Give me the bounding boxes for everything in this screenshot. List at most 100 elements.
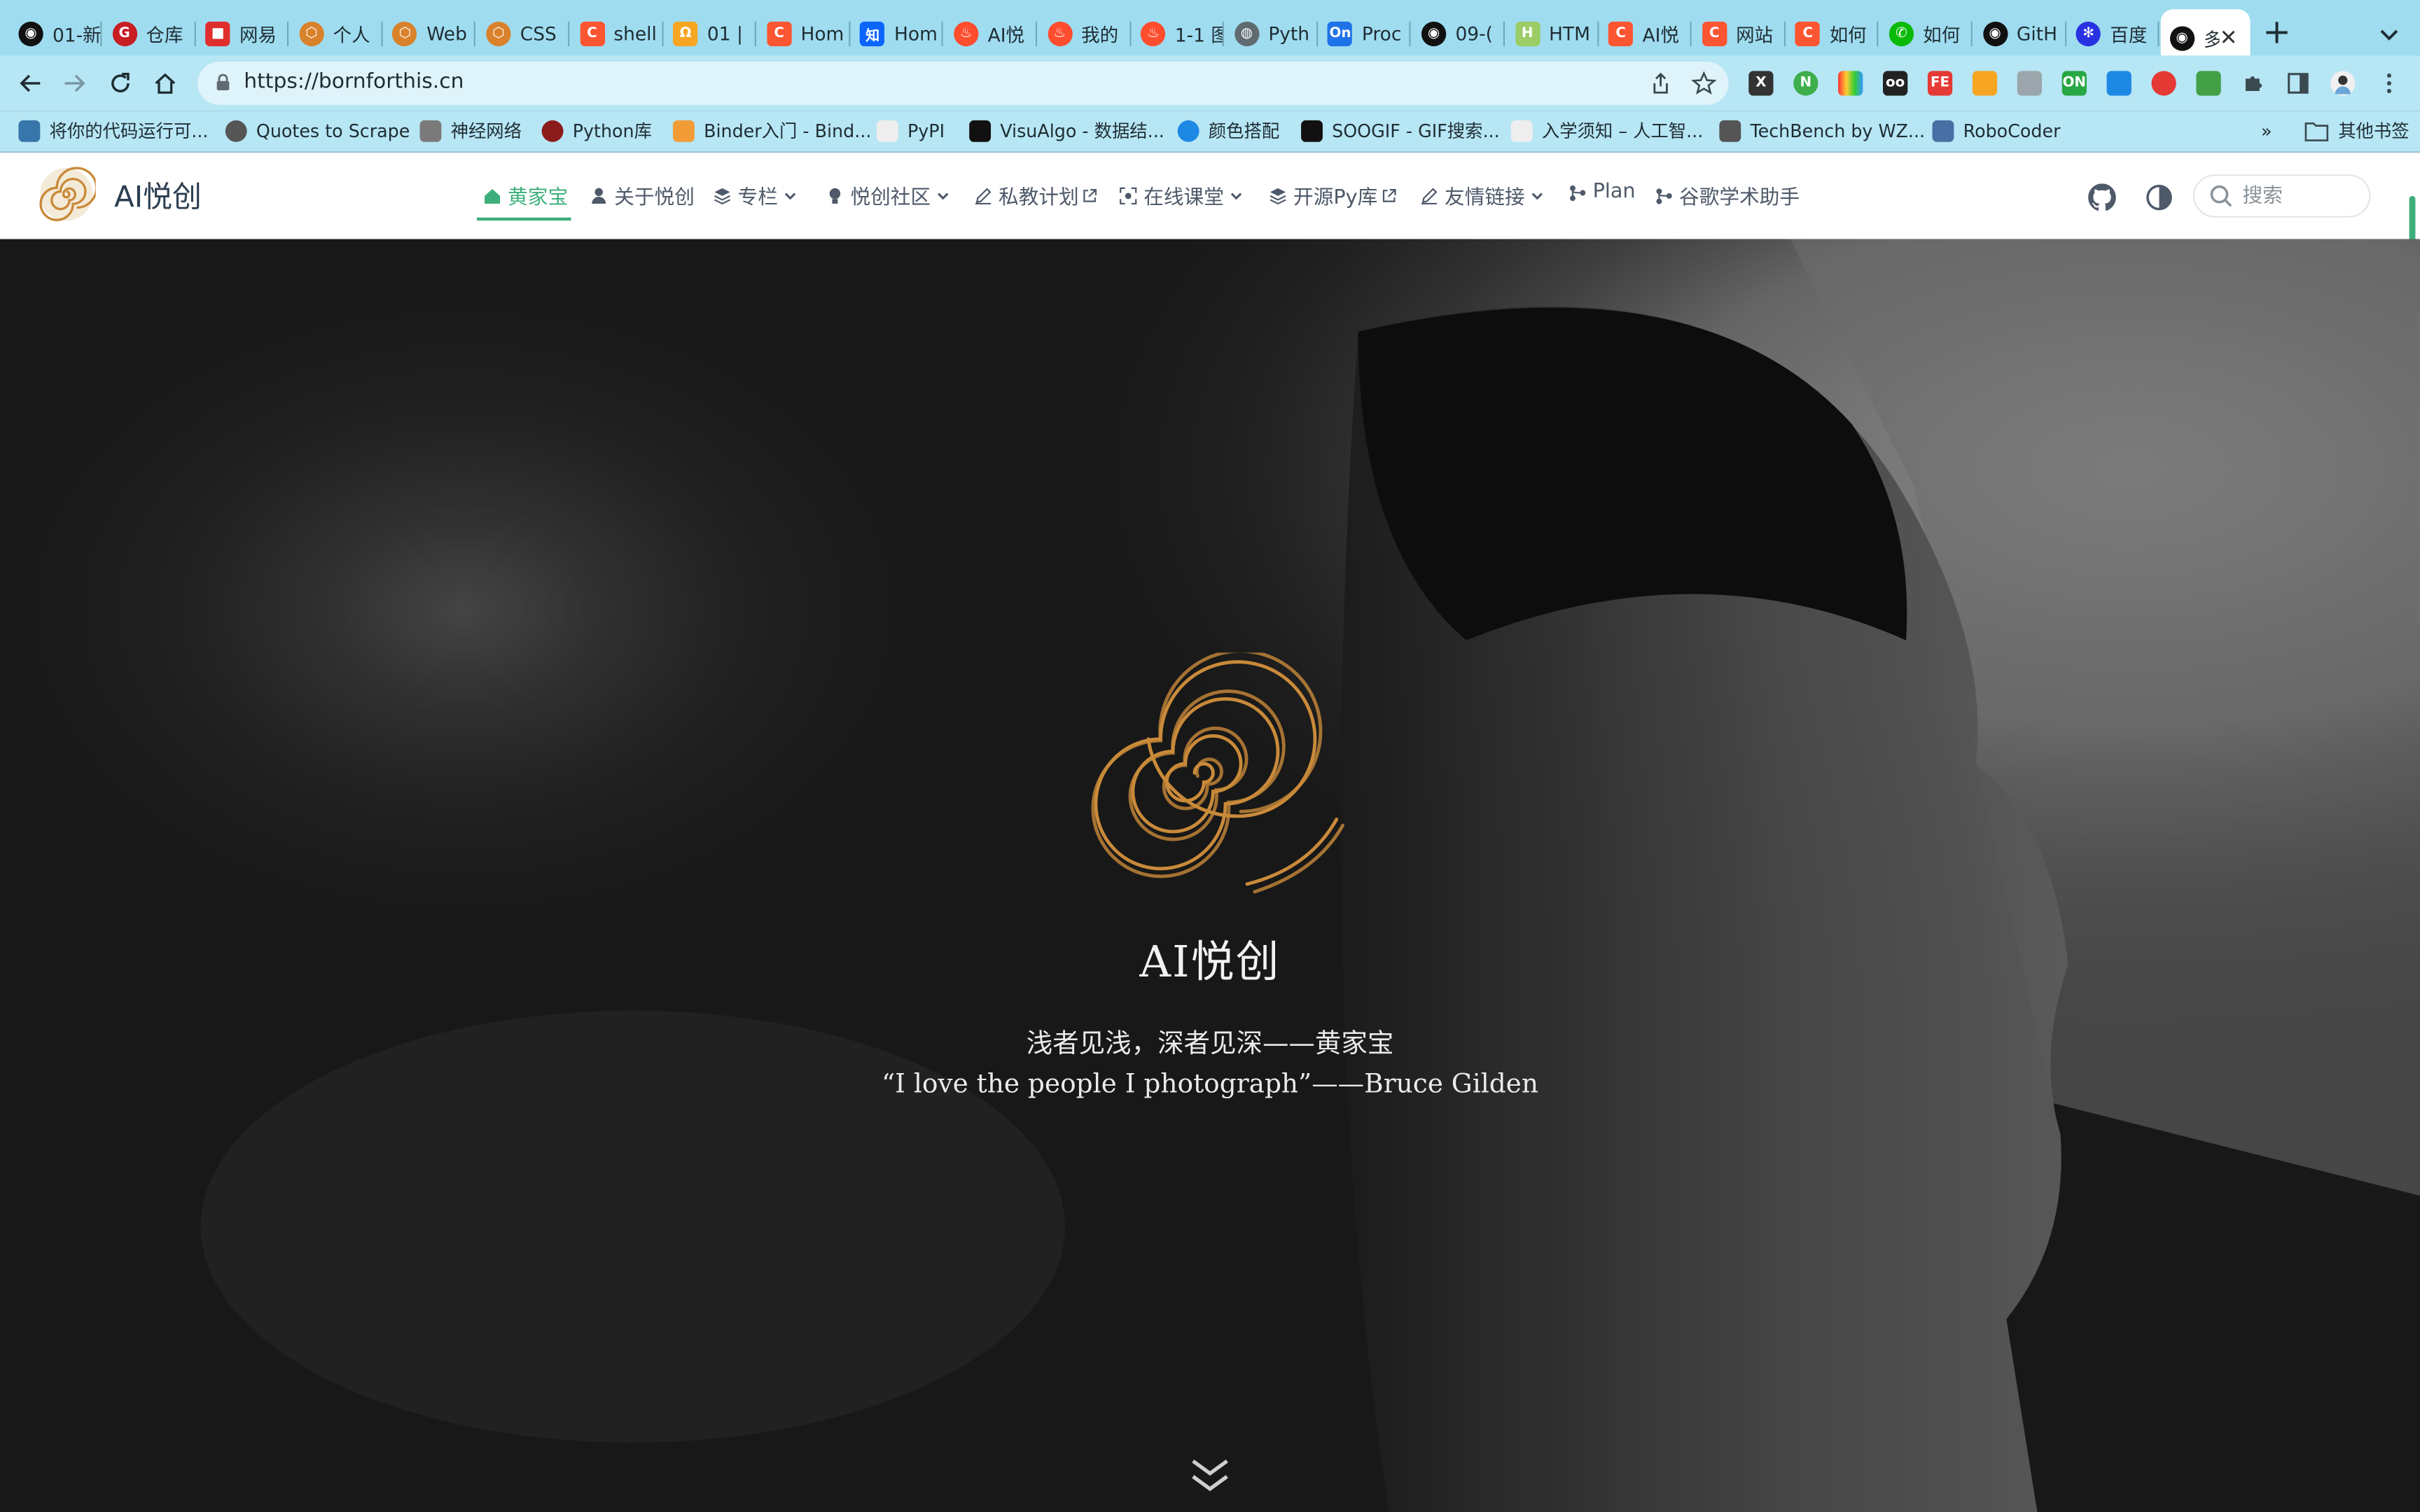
browser-tab[interactable]: C 网站 (1692, 13, 1786, 56)
new-tab-button[interactable]: + (2262, 13, 2291, 56)
search-input[interactable] (2239, 183, 2354, 209)
nav-item[interactable]: 关于悦创 (590, 181, 695, 210)
bookmark-favicon-icon (541, 120, 564, 142)
browser-tab[interactable]: 知 Hom (851, 13, 944, 56)
nav-item[interactable]: 悦创社区 (826, 181, 957, 210)
tab-separator (1877, 21, 1879, 47)
extension-palette-icon[interactable] (1838, 71, 1863, 96)
theme-toggle-icon[interactable] (2146, 183, 2174, 211)
tab-separator (1970, 21, 1973, 47)
side-panel-icon[interactable] (2286, 71, 2311, 96)
tab-separator (380, 21, 383, 47)
nav-item[interactable]: 谷歌学术助手 (1655, 181, 1800, 210)
tab-search-chevron-icon[interactable] (2374, 18, 2405, 49)
bookmark-item[interactable]: Quotes to Scrape (225, 119, 410, 144)
bookmark-item[interactable]: RoboCoder (1932, 119, 2061, 144)
browser-tab[interactable]: C Hom (758, 13, 851, 56)
address-bar[interactable]: https://bornforthis.cn (197, 62, 1729, 105)
nav-item[interactable]: 友情链接 (1420, 181, 1551, 210)
reload-button[interactable] (105, 68, 136, 99)
brand-link[interactable]: AI悦创 (37, 165, 202, 224)
browser-tab[interactable]: On Proc (1319, 13, 1412, 56)
nav-item[interactable]: 专栏 (713, 181, 804, 210)
star-icon[interactable] (1691, 71, 1716, 95)
nav-item[interactable]: 私教计划 (974, 181, 1104, 210)
bookmark-item[interactable]: 入学须知 – 人工智... (1510, 119, 1704, 144)
nav-item[interactable]: 在线课堂 (1119, 181, 1250, 210)
lock-icon (216, 74, 230, 90)
browser-tab[interactable]: ⬡ Web (383, 13, 476, 56)
forward-button[interactable] (59, 68, 90, 99)
home-button[interactable] (150, 68, 181, 99)
extension-camera-icon[interactable] (2017, 71, 2043, 96)
github-icon[interactable] (2088, 183, 2116, 211)
hero-tagline: 浅者见浅，深者见深——黄家宝 (1026, 1029, 1394, 1060)
spiral-logo-icon (39, 167, 96, 221)
browser-tab[interactable]: Cshell (571, 13, 663, 56)
bookmark-item[interactable]: Binder入门 - Bind... (672, 119, 871, 144)
bookmark-item[interactable]: PyPI (876, 119, 945, 144)
pen-icon (1421, 187, 1438, 204)
browser-tab[interactable]: H HTM (1505, 13, 1599, 56)
more-bookmarks-button[interactable]: » (2261, 119, 2272, 144)
browser-tab[interactable]: Ω 01 | (664, 13, 757, 56)
browser-tab[interactable]: C AI悦 (1599, 13, 1692, 56)
extensions-puzzle-icon[interactable] (2241, 71, 2266, 96)
browser-tab[interactable]: ⬡ CSS (477, 13, 570, 56)
nav-item[interactable]: 黄家宝 (483, 181, 568, 210)
bookmark-item[interactable]: VisuAlgo - 数据结... (969, 119, 1164, 144)
bookmark-item[interactable]: SOOGIF - GIF搜索... (1301, 119, 1500, 144)
github-icon: ◉ (1421, 21, 1447, 47)
search-box[interactable] (2193, 174, 2371, 218)
share-icon[interactable] (1648, 71, 1673, 95)
browser-tab[interactable]: ◉ 09-( (1412, 13, 1505, 56)
bookmark-label: 入学须知 – 人工智... (1541, 120, 1704, 142)
browser-tab[interactable]: G 仓库 (103, 13, 196, 56)
bookmark-item[interactable]: 神经网络 (419, 119, 522, 144)
extension-on-icon[interactable]: ON (2061, 71, 2087, 96)
tab-title: shell (613, 23, 657, 45)
nav-item[interactable]: 开源Py库 (1269, 181, 1403, 210)
extension-fe-icon[interactable]: FE (1927, 71, 1953, 96)
nav-item[interactable]: Plan (1568, 181, 1636, 204)
extension-glasses-icon[interactable]: oo (1883, 71, 1908, 96)
bookmark-favicon-icon (1301, 120, 1323, 142)
extension-n-icon[interactable]: N (1793, 71, 1819, 96)
github-icon: ◉ (2169, 26, 2195, 51)
flame-icon: ♨ (1141, 21, 1166, 47)
nav-label: 悦创社区 (850, 186, 931, 210)
tab-title: Hom (894, 23, 938, 45)
extension-stop-icon[interactable] (2151, 71, 2176, 96)
tab-separator (661, 21, 663, 47)
extension-bird-icon[interactable] (2106, 71, 2132, 96)
close-tab-icon[interactable]: ✕ (2220, 26, 2238, 50)
bookmark-item[interactable]: 颜色搭配 (1177, 119, 1279, 144)
browser-tab[interactable]: ◉ GitH (1973, 13, 2066, 56)
browser-tab[interactable]: ⬡ 个人 (290, 13, 383, 56)
browser-tab[interactable]: ♨ 1-1 图 (1132, 13, 1225, 56)
profile-avatar[interactable] (2330, 71, 2356, 96)
other-bookmarks-folder[interactable]: 其他书签 (2304, 119, 2409, 144)
tab-title: 个人 (333, 24, 370, 46)
bookmark-item[interactable]: 将你的代码运行可... (18, 119, 208, 144)
browser-tab[interactable]: ■ 网易 (196, 13, 289, 56)
geek-icon: Ω (673, 21, 698, 47)
scroll-down-chevrons-icon[interactable] (1188, 1455, 1232, 1498)
browser-tab[interactable]: ♨ AI悦 (945, 13, 1038, 56)
tab-title: GitH (2016, 23, 2057, 45)
browser-tab[interactable]: C 如何 (1786, 13, 1879, 56)
kebab-menu-icon[interactable] (2377, 71, 2402, 96)
bookmark-item[interactable]: TechBench by WZ... (1719, 119, 1925, 144)
browser-tab[interactable]: ◉ 01-新 (9, 13, 102, 56)
extension-shield-icon[interactable] (2196, 71, 2221, 96)
tab-title: 网易 (239, 24, 277, 46)
extension-geek-icon[interactable] (1972, 71, 1998, 96)
flame-icon: ♨ (1047, 21, 1072, 47)
extension-x-icon[interactable]: X (1748, 71, 1774, 96)
back-button[interactable] (15, 68, 46, 99)
browser-tab[interactable]: ♨ 我的 (1038, 13, 1131, 56)
bookmark-item[interactable]: Python库 (541, 119, 652, 144)
browser-tab[interactable]: ✻ 百度 (2067, 13, 2160, 56)
browser-tab[interactable]: ✆ 如何 (1880, 13, 1973, 56)
browser-tab[interactable]: ◍ Pyth (1225, 13, 1318, 56)
